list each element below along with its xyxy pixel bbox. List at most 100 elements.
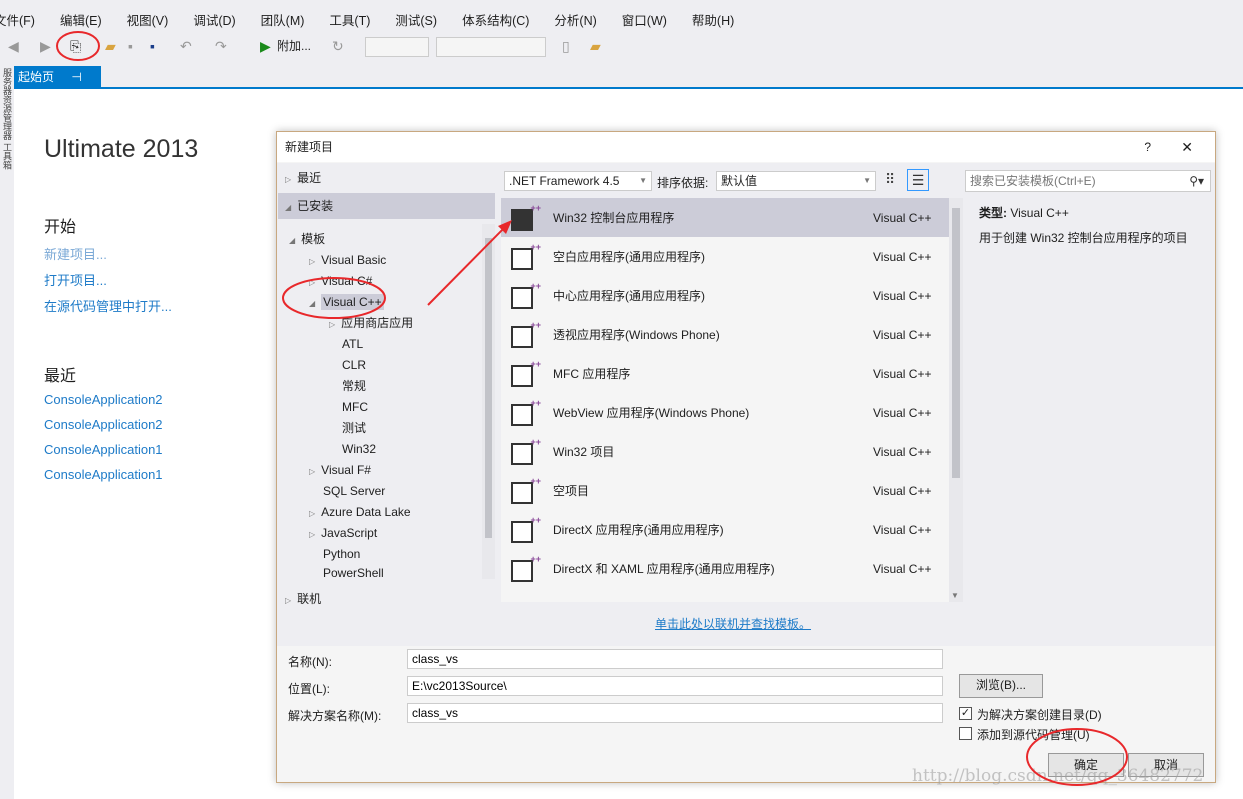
dialog-title: 新建项目 [285, 140, 334, 154]
add-source-control-checkbox[interactable] [959, 727, 972, 740]
sort-select[interactable]: 默认值 ▼ [716, 171, 876, 191]
tree-online[interactable]: ▷ 联机 [285, 589, 321, 609]
list-view-icon[interactable]: ☰ [907, 169, 929, 191]
template-row[interactable]: ++ Win32 项目 Visual C++ [501, 432, 949, 471]
recent-item[interactable]: ConsoleApplication2 [44, 392, 163, 407]
search-templates-input[interactable]: 搜索已安装模板(Ctrl+E) ⚲▾ [965, 170, 1211, 192]
tree-item[interactable]: 常规 [342, 376, 366, 396]
template-row[interactable]: ++ DirectX 应用程序(通用应用程序) Visual C++ [501, 510, 949, 549]
template-row[interactable]: ++ 空白应用程序(通用应用程序) Visual C++ [501, 237, 949, 276]
new-project-link[interactable]: 新建项目... [44, 244, 107, 263]
online-templates-link[interactable]: 单击此处以联机并查找模板。 [655, 615, 811, 632]
refresh-icon[interactable]: ↻ [332, 35, 344, 57]
template-row[interactable]: ++ DirectX 和 XAML 应用程序(通用应用程序) Visual C++ [501, 549, 949, 588]
location-label: 位置(L): [288, 682, 331, 696]
template-row[interactable]: ++ WebView 应用程序(Windows Phone) Visual C++ [501, 393, 949, 432]
close-dialog-button[interactable]: ✕ [1181, 132, 1193, 162]
menu-test[interactable]: 测试(S) [395, 10, 449, 30]
tree-azure-data-lake[interactable]: ▷ Azure Data Lake [309, 502, 411, 522]
menu-debug[interactable]: 调试(D) [193, 10, 247, 30]
menu-help[interactable]: 帮助(H) [692, 10, 746, 30]
side-tool-strip[interactable]: 服务器资源管理器 工具箱 [0, 66, 14, 799]
solution-name-label: 解决方案名称(M): [288, 709, 382, 723]
tree-python[interactable]: Python [323, 544, 360, 564]
framework-select[interactable]: .NET Framework 4.5 ▼ [504, 171, 652, 191]
back-icon[interactable]: ◀ [8, 35, 19, 57]
tree-visual-cpp[interactable]: ◢ Visual C++ [309, 292, 384, 312]
tree-item[interactable]: CLR [342, 355, 366, 375]
attach-button[interactable]: 附加... [277, 35, 311, 57]
platform-combo[interactable] [436, 37, 546, 57]
template-row[interactable]: ++ MFC 应用程序 Visual C++ [501, 354, 949, 393]
menu-edit[interactable]: 编辑(E) [60, 10, 114, 30]
template-icon: ++ [511, 515, 541, 543]
tree-visual-csharp[interactable]: ▷ Visual C# [309, 271, 372, 291]
open-file-icon[interactable]: ▰ [105, 35, 116, 57]
undo-icon[interactable]: ↶ [180, 35, 192, 57]
tree-sql-server[interactable]: SQL Server [323, 481, 385, 501]
menu-team[interactable]: 团队(M) [261, 10, 317, 30]
recent-item[interactable]: ConsoleApplication1 [44, 467, 163, 482]
browse-button[interactable]: 浏览(B)... [959, 674, 1043, 698]
tree-powershell[interactable]: PowerShell [323, 565, 384, 579]
menu-window[interactable]: 窗口(W) [622, 10, 679, 30]
template-row[interactable]: ++ 空项目 Visual C++ [501, 471, 949, 510]
type-label: 类型: Visual C++ [979, 206, 1069, 220]
solution-name-input[interactable] [407, 703, 943, 723]
find-icon[interactable]: ▰ [590, 35, 601, 57]
menu-architecture[interactable]: 体系结构(C) [462, 10, 541, 30]
small-icons-view-icon[interactable]: ⠿ [885, 171, 895, 188]
menu-view[interactable]: 视图(V) [127, 10, 181, 30]
template-scrollbar[interactable]: ▼ [949, 198, 963, 602]
create-directory-checkbox[interactable]: ✓ [959, 707, 972, 720]
template-icon: ++ [511, 359, 541, 387]
tree-visual-basic[interactable]: ▷ Visual Basic [309, 250, 386, 270]
tree-item[interactable]: MFC [342, 397, 368, 417]
template-language: Visual C++ [873, 522, 932, 537]
save-all-icon[interactable]: ▪ [150, 35, 155, 57]
redo-icon[interactable]: ↷ [215, 35, 227, 57]
config-combo[interactable] [365, 37, 429, 57]
recent-item[interactable]: ConsoleApplication1 [44, 442, 163, 457]
open-project-link[interactable]: 打开项目... [44, 270, 107, 289]
recent-heading: 最近 [44, 368, 77, 385]
tree-recent[interactable]: ▷ 最近 [285, 168, 321, 188]
template-name: MFC 应用程序 [553, 367, 631, 381]
tab-start-page[interactable]: 起始页 ⊣ ✕ [14, 66, 101, 106]
template-name: DirectX 和 XAML 应用程序(通用应用程序) [553, 562, 775, 576]
tree-item[interactable]: 测试 [342, 418, 366, 438]
name-input[interactable] [407, 649, 943, 669]
recent-item[interactable]: ConsoleApplication2 [44, 417, 163, 432]
tree-visual-fsharp[interactable]: ▷ Visual F# [309, 460, 371, 480]
device-icon[interactable]: ▯ [562, 35, 570, 57]
template-name: DirectX 应用程序(通用应用程序) [553, 523, 724, 537]
location-input[interactable] [407, 676, 943, 696]
new-project-icon[interactable]: ⎘ [70, 35, 81, 57]
tree-item[interactable]: ATL [342, 334, 363, 354]
menu-tools[interactable]: 工具(T) [329, 10, 382, 30]
watermark: http://blog.csdn.net/qq_36482772 [912, 766, 1204, 786]
template-icon: ++ [511, 437, 541, 465]
forward-icon[interactable]: ▶ [40, 35, 51, 57]
save-icon[interactable]: ▪ [128, 35, 133, 57]
pin-icon[interactable]: ⊣ [71, 70, 81, 84]
template-name: Win32 控制台应用程序 [553, 211, 675, 225]
menu-analyze[interactable]: 分析(N) [554, 10, 608, 30]
tree-templates[interactable]: ◢ 模板 [289, 229, 325, 249]
template-row[interactable]: ++ Win32 控制台应用程序 Visual C++ [501, 198, 949, 237]
open-source-control-link[interactable]: 在源代码管理中打开... [44, 296, 172, 315]
play-icon[interactable]: ▶ [260, 35, 271, 57]
template-icon: ++ [511, 554, 541, 582]
template-row[interactable]: ++ 透视应用程序(Windows Phone) Visual C++ [501, 315, 949, 354]
search-icon: ⚲▾ [1189, 174, 1204, 188]
template-row[interactable]: ++ 中心应用程序(通用应用程序) Visual C++ [501, 276, 949, 315]
template-language: Visual C++ [873, 288, 932, 303]
tree-scrollbar[interactable] [482, 224, 495, 579]
menu-file[interactable]: 文件(F) [0, 10, 47, 30]
tree-item[interactable]: ▷ 应用商店应用 [329, 313, 413, 333]
tree-installed[interactable]: ◢ 已安装 [278, 193, 495, 219]
tree-javascript[interactable]: ▷ JavaScript [309, 523, 377, 543]
template-icon: ++ [511, 203, 541, 231]
help-button[interactable]: ? [1144, 132, 1151, 162]
tree-item[interactable]: Win32 [342, 439, 376, 459]
